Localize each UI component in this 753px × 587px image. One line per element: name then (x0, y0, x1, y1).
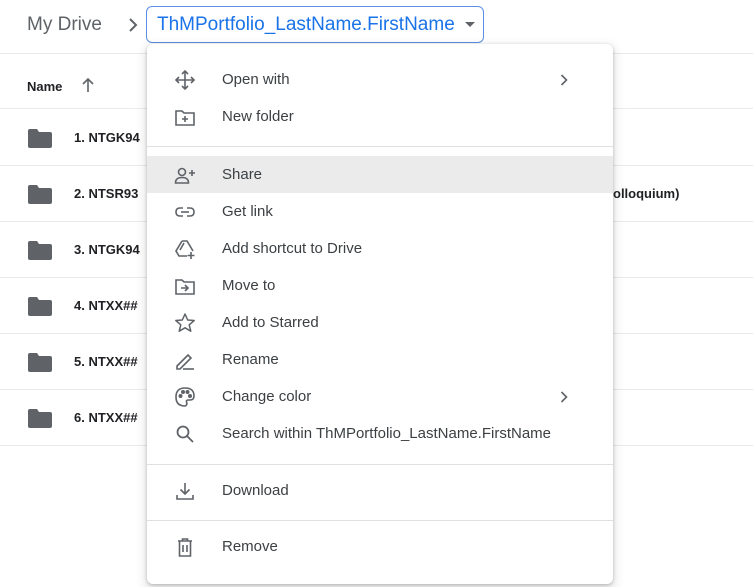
file-row-name: 6. NTXX## (74, 410, 138, 425)
menu-item-label: Open with (222, 71, 290, 88)
folder-icon (28, 185, 52, 204)
menu-divider (147, 146, 613, 147)
menu-item-label: Rename (222, 351, 279, 368)
chevron-right-icon (560, 74, 568, 86)
file-row-name: 1. NTGK94 (74, 130, 140, 145)
menu-item-label: Get link (222, 203, 273, 220)
menu-item-label: Move to (222, 277, 276, 294)
menu-item-get-link[interactable]: Get link (147, 193, 613, 230)
share-person-add-icon (174, 164, 196, 186)
folder-icon (28, 409, 52, 428)
trash-icon (174, 536, 196, 558)
menu-item-search-within[interactable]: Search within ThMPortfolio_LastName.Firs… (147, 415, 613, 452)
menu-item-label: Search within ThMPortfolio_LastName.Firs… (222, 425, 552, 442)
new-folder-icon (174, 106, 196, 128)
menu-item-add-shortcut[interactable]: Add shortcut to Drive (147, 230, 613, 267)
menu-item-label: Add shortcut to Drive (222, 240, 363, 257)
menu-item-download[interactable]: Download (147, 472, 613, 509)
name-column-header[interactable]: Name (27, 79, 62, 94)
palette-icon (174, 386, 196, 408)
caret-down-icon (464, 21, 475, 28)
menu-item-move-to[interactable]: Move to (147, 267, 613, 304)
menu-item-label: Download (222, 482, 289, 499)
menu-divider (147, 464, 613, 465)
menu-item-share[interactable]: Share (147, 156, 613, 193)
file-row-name: 5. NTXX## (74, 354, 138, 369)
file-row-name: 4. NTXX## (74, 298, 138, 313)
context-menu: Open with New folder Share Get link Add … (147, 44, 613, 584)
folder-icon (28, 353, 52, 372)
menu-item-add-to-starred[interactable]: Add to Starred (147, 304, 613, 341)
menu-item-new-folder[interactable]: New folder (147, 98, 613, 135)
chevron-right-icon (560, 391, 568, 403)
file-row-name-tail: olloquium) (613, 186, 680, 201)
folder-icon (28, 129, 52, 148)
star-outline-icon (174, 312, 196, 334)
menu-item-label: Remove (222, 538, 278, 555)
add-shortcut-drive-icon (174, 238, 196, 260)
arrow-up-icon[interactable] (81, 77, 95, 93)
menu-item-label: Add to Starred (222, 314, 319, 331)
link-icon (174, 201, 196, 223)
menu-divider (147, 520, 613, 521)
menu-item-open-with[interactable]: Open with (147, 61, 613, 98)
download-icon (174, 480, 196, 502)
menu-item-change-color[interactable]: Change color (147, 378, 613, 415)
folder-icon (28, 241, 52, 260)
pencil-rename-icon (174, 349, 196, 371)
menu-item-rename[interactable]: Rename (147, 341, 613, 378)
chevron-right-icon (126, 16, 140, 34)
file-row-name: 2. NTSR93 (74, 186, 139, 201)
menu-item-label: Change color (222, 388, 312, 405)
search-icon (174, 423, 196, 445)
breadcrumb-current-label: ThMPortfolio_LastName.FirstName (157, 13, 455, 35)
menu-item-label: Share (222, 166, 263, 183)
move-to-folder-icon (174, 275, 196, 297)
menu-item-label: New folder (222, 108, 294, 125)
breadcrumb-my-drive[interactable]: My Drive (27, 14, 102, 36)
file-row-name: 3. NTGK94 (74, 242, 140, 257)
menu-item-remove[interactable]: Remove (147, 528, 613, 565)
folder-icon (28, 297, 52, 316)
breadcrumb-current-folder[interactable]: ThMPortfolio_LastName.FirstName (146, 6, 484, 43)
open-with-icon (174, 69, 196, 91)
